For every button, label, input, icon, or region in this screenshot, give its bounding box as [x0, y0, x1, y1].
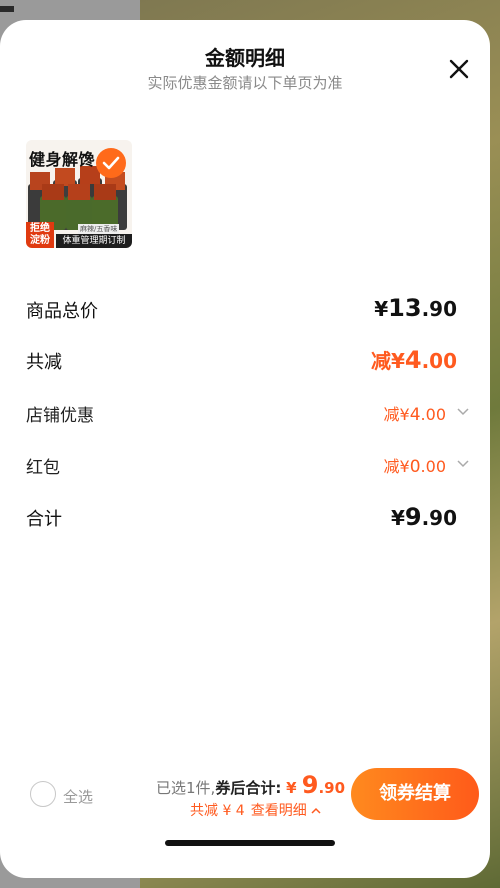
amount-decimal: .90 — [421, 506, 457, 530]
amount-decimal: .00 — [420, 405, 446, 424]
row-amount-total-discount: 减¥4.00 — [371, 345, 457, 374]
currency-symbol: ¥ — [390, 349, 405, 373]
row-label-total-price: 商品总价 — [26, 301, 98, 322]
discount-summary: 共减 ¥ 4 查看明细 — [190, 800, 321, 820]
amount-decimal: .90 — [318, 779, 346, 797]
chevron-up-icon — [311, 807, 321, 814]
select-all-checkbox[interactable] — [30, 781, 56, 807]
row-label-shop-discount: 店铺优惠 — [26, 406, 94, 426]
coupon-checkout-button[interactable]: 领券结算 — [351, 768, 479, 820]
view-detail-link[interactable]: 查看明细 — [251, 803, 321, 819]
amount-integer: 0 — [409, 457, 421, 477]
discount-prefix: 减 — [383, 457, 400, 476]
row-label-sum: 合计 — [26, 509, 62, 530]
close-button[interactable] — [446, 56, 472, 82]
product-badge-right: 体重管理期订制 — [56, 234, 132, 248]
product-badge-left: 拒绝 淀粉 — [26, 222, 54, 248]
amount-integer: 9 — [301, 771, 319, 799]
check-icon — [102, 156, 120, 170]
view-detail-label: 查看明细 — [250, 803, 307, 819]
amount-decimal: .00 — [420, 457, 446, 476]
selected-count: 已选1件, — [156, 779, 216, 797]
sheet-subtitle: 实际优惠金额请以下单页为准 — [147, 74, 343, 92]
amount-integer: 13 — [388, 294, 422, 322]
amount-integer: 9 — [404, 503, 422, 531]
after-coupon-total: ¥ 9.90 — [286, 771, 346, 799]
currency-symbol: ¥ — [374, 297, 389, 321]
close-icon — [449, 59, 469, 79]
currency-symbol: ¥ — [286, 779, 297, 797]
product-flavor-tag: 麻辣/五香味 — [78, 224, 120, 234]
order-summary: 已选1件,券后合计: ¥ 9.90 — [156, 771, 345, 799]
amount-decimal: .90 — [421, 297, 457, 321]
product-image-title: 健身解馋 — [29, 150, 96, 169]
sheet-title: 金额明细 — [205, 46, 285, 70]
row-amount-shop-discount[interactable]: 减¥4.00 — [384, 401, 446, 425]
currency-symbol: ¥ — [390, 506, 405, 530]
currency-symbol: ¥ — [399, 405, 410, 424]
chevron-down-icon[interactable] — [456, 407, 470, 417]
amount-decimal: .00 — [421, 349, 457, 373]
select-all-label[interactable]: 全选 — [63, 786, 93, 807]
currency-symbol: ¥ — [399, 457, 410, 476]
discount-prefix: 减 — [370, 349, 391, 373]
home-indicator — [165, 840, 335, 846]
row-label-red-packet: 红包 — [26, 458, 60, 478]
product-image: 健身解馋 麻辣/五香味 拒绝 淀粉 体重管理期订制 — [26, 140, 132, 248]
row-amount-sum: ¥9.90 — [391, 503, 457, 531]
row-label-total-discount: 共减 — [26, 352, 62, 373]
discount-prefix: 减 — [383, 405, 400, 424]
amount-integer: 4 — [409, 405, 421, 425]
amount-detail-sheet: 金额明细 实际优惠金额请以下单页为准 健身解馋 麻辣/五香味 拒绝 淀粉 体重管… — [0, 20, 490, 878]
after-coupon-label: 券后合计: — [215, 779, 282, 797]
background-strip — [0, 6, 14, 12]
discount-total: 共减 ¥ 4 — [190, 803, 245, 819]
product-selected-checkbox[interactable] — [96, 148, 126, 178]
amount-integer: 4 — [404, 346, 422, 374]
row-amount-total-price: ¥13.90 — [374, 294, 457, 322]
row-amount-red-packet[interactable]: 减¥0.00 — [384, 453, 446, 477]
chevron-down-icon[interactable] — [456, 459, 470, 469]
